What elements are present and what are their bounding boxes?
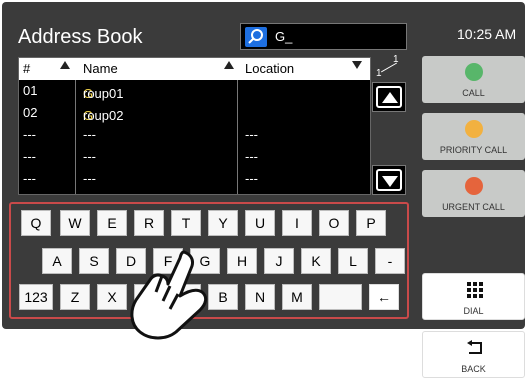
search-text[interactable]: G_ [275, 29, 292, 44]
key-y[interactable]: Y [208, 210, 238, 236]
clock: 10:25 AM [457, 26, 517, 42]
key-n[interactable]: N [245, 284, 275, 310]
row-number: 01 [23, 83, 38, 98]
table-row[interactable]: 01 Group01 [19, 80, 370, 102]
scroll-up-button[interactable] [372, 82, 406, 112]
page-title: Address Book [18, 26, 143, 48]
key-q[interactable]: Q [21, 210, 51, 236]
key-k[interactable]: K [301, 248, 331, 274]
urgent-call-label: URGENT CALL [442, 202, 505, 212]
row-number: 02 [23, 105, 38, 120]
row-location: --- [245, 149, 258, 164]
header-hash[interactable]: # [23, 61, 30, 76]
key-a[interactable]: A [42, 248, 72, 274]
sort-name-icon[interactable] [223, 59, 235, 74]
address-table: # Name Location 01 Group01 02 G roup02 -… [18, 57, 371, 195]
key-w[interactable]: W [60, 210, 90, 236]
table-row[interactable]: --- --- --- [19, 168, 370, 190]
search-icon[interactable] [245, 27, 267, 47]
header-name[interactable]: Name [83, 61, 118, 76]
row-name: --- [83, 127, 96, 142]
key-space[interactable] [319, 284, 362, 310]
row-number: --- [23, 171, 36, 186]
key-i[interactable]: I [282, 210, 312, 236]
arrow-up-icon [382, 92, 398, 103]
priority-call-button[interactable]: PRIORITY CALL [422, 113, 525, 160]
call-button[interactable]: CALL [422, 56, 525, 103]
priority-call-label: PRIORITY CALL [439, 145, 508, 155]
row-name: --- [83, 149, 96, 164]
key-r[interactable]: R [134, 210, 164, 236]
arrow-down-icon [382, 176, 398, 187]
row-name-rest: roup01 [83, 86, 124, 101]
key-hyphen[interactable]: - [375, 248, 405, 274]
key-o[interactable]: O [319, 210, 349, 236]
phone-icon [465, 63, 483, 81]
row-name-rest: roup02 [83, 108, 124, 123]
key-u[interactable]: U [245, 210, 275, 236]
page-slash [380, 62, 398, 73]
key-z[interactable]: Z [60, 284, 90, 310]
key-123[interactable]: 123 [19, 284, 53, 310]
key-s[interactable]: S [79, 248, 109, 274]
dial-label: DIAL [463, 306, 484, 316]
address-book-screen: Address Book G_ 10:25 AM # Name Location… [0, 0, 531, 378]
table-row[interactable]: --- --- --- [19, 124, 370, 146]
main-panel: Address Book G_ 10:25 AM # Name Location… [2, 2, 525, 378]
keypad-icon [466, 281, 484, 299]
search-field[interactable]: G_ [240, 23, 407, 50]
header-location[interactable]: Location [245, 61, 294, 76]
key-l[interactable]: L [338, 248, 368, 274]
call-label: CALL [462, 88, 485, 98]
hand-pointer-icon [130, 250, 208, 340]
key-m[interactable]: M [282, 284, 312, 310]
row-number: --- [23, 127, 36, 142]
dial-button[interactable]: DIAL [422, 273, 525, 320]
key-t[interactable]: T [171, 210, 201, 236]
table-header: # Name Location [19, 58, 370, 80]
page-total: 1 [376, 68, 382, 79]
table-row[interactable]: --- --- --- [19, 146, 370, 168]
key-j[interactable]: J [264, 248, 294, 274]
sort-hash-icon[interactable] [59, 59, 71, 74]
phone-icon [465, 177, 483, 195]
key-h[interactable]: H [227, 248, 257, 274]
back-button[interactable]: BACK [422, 331, 525, 378]
row-name: --- [83, 171, 96, 186]
back-label: BACK [461, 364, 486, 374]
back-arrow-icon [466, 339, 484, 357]
urgent-call-button[interactable]: URGENT CALL [422, 170, 525, 217]
phone-icon [465, 120, 483, 138]
key-e[interactable]: E [97, 210, 127, 236]
row-location: --- [245, 171, 258, 186]
sort-location-icon[interactable] [351, 59, 363, 74]
key-backspace[interactable]: ← [369, 284, 399, 310]
key-b[interactable]: B [208, 284, 238, 310]
table-row[interactable]: 02 Group02 [19, 102, 370, 124]
scroll-down-button[interactable] [372, 165, 406, 195]
row-number: --- [23, 149, 36, 164]
page-indicator: 1 1 [372, 54, 406, 84]
key-p[interactable]: P [356, 210, 386, 236]
row-location: --- [245, 127, 258, 142]
